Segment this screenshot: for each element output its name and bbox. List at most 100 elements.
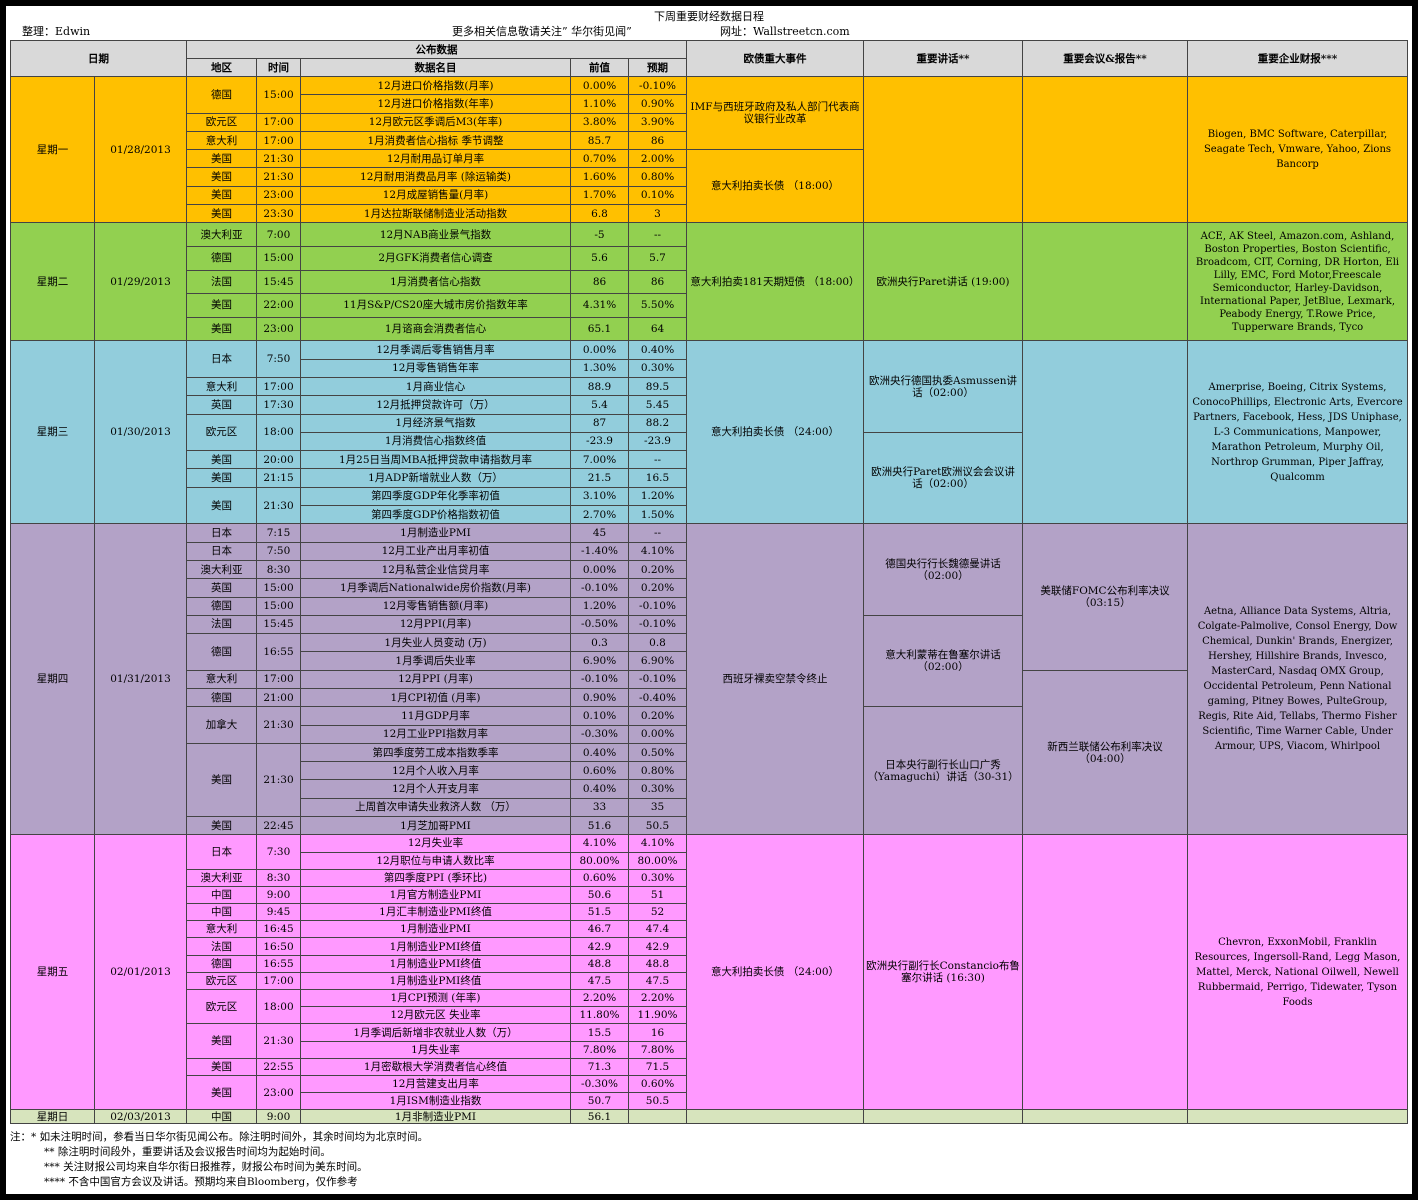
item-cell: 1月制造业PMI终值	[300, 937, 571, 956]
item-cell: 12月职位与申请人数比率	[300, 851, 571, 870]
previous-cell: 2.70%	[570, 505, 629, 525]
weekday-cell: 星期五	[10, 834, 95, 1111]
region-cell: 德国	[186, 633, 257, 671]
item-cell: 12月营建支出月率	[300, 1074, 571, 1094]
previous-cell: 86	[570, 269, 629, 295]
time-cell: 21:30	[256, 1023, 301, 1059]
forecast-cell: 16	[628, 1023, 687, 1042]
item-cell: 12月抵押贷款许可（万）	[300, 395, 571, 415]
header-item: 数据名目	[300, 58, 571, 77]
item-cell: 1月经济景气指数	[300, 413, 571, 433]
region-cell: 法国	[186, 614, 257, 635]
item-cell: 第四季度PPI (季环比)	[300, 868, 571, 887]
previous-cell: 51.6	[570, 816, 629, 836]
previous-cell: 7.00%	[570, 450, 629, 470]
speech-cell: 日本央行副行长山口广秀（Yamaguchi）讲话（30-31）	[863, 706, 1023, 836]
meeting-cell: 新西兰联储公布利率决议（04:00）	[1022, 669, 1188, 836]
forecast-cell: 0.10%	[628, 185, 687, 206]
item-cell: 2月GFK消费者信心调查	[300, 245, 571, 271]
previous-cell: 33	[570, 797, 629, 818]
header-meetings: 重要会议&报告**	[1022, 40, 1188, 77]
time-cell: 21:30	[256, 742, 301, 818]
region-cell: 美国	[186, 468, 257, 488]
forecast-cell: 89.5	[628, 376, 687, 397]
time-cell: 23:30	[256, 204, 301, 224]
region-cell: 澳大利亚	[186, 559, 257, 580]
header-earnings: 重要企业财报***	[1187, 40, 1408, 77]
item-cell: 1月ADP新增就业人数（万）	[300, 468, 571, 488]
time-cell: 22:45	[256, 816, 301, 836]
item-cell: 1月消费者信心指数	[300, 269, 571, 295]
time-cell: 21:15	[256, 468, 301, 488]
time-cell: 7:15	[256, 523, 301, 543]
region-cell: 德国	[186, 687, 257, 708]
region-cell: 英国	[186, 578, 257, 598]
previous-cell: 0.00%	[570, 340, 629, 360]
meeting-cell	[1022, 1109, 1188, 1125]
time-cell: 9:00	[256, 885, 301, 905]
author-label: 整理：Edwin	[22, 25, 91, 38]
time-cell: 7:30	[256, 834, 301, 870]
region-cell: 欧元区	[186, 989, 257, 1025]
previous-cell: 6.8	[570, 204, 629, 224]
header-published-data: 公布数据	[186, 40, 687, 59]
previous-cell: 45	[570, 523, 629, 543]
date-cell: 01/28/2013	[94, 75, 187, 224]
forecast-cell: 1.20%	[628, 486, 687, 507]
forecast-cell: 6.90%	[628, 651, 687, 671]
item-cell: 12月欧元区 失业率	[300, 1006, 571, 1025]
region-cell: 美国	[186, 486, 257, 525]
previous-cell: 1.20%	[570, 596, 629, 616]
time-cell: 7:50	[256, 541, 301, 561]
previous-cell: 6.90%	[570, 651, 629, 671]
previous-cell: 11.80%	[570, 1006, 629, 1025]
previous-cell: 1.10%	[570, 94, 629, 114]
region-cell: 意大利	[186, 920, 257, 939]
region-cell: 英国	[186, 395, 257, 415]
previous-cell: -5	[570, 222, 629, 247]
footnotes: 注：* 如未注明时间，参看当日华尔街见闻公布。除注明时间外，其余时间均为北京时间…	[10, 1130, 428, 1190]
time-cell: 17:00	[256, 669, 301, 689]
previous-cell: 0.40%	[570, 742, 629, 763]
forecast-cell: 3	[628, 204, 687, 224]
speech-cell: 意大利蒙蒂在鲁塞尔讲话（02:00）	[863, 614, 1023, 708]
previous-cell: 56.1	[570, 1109, 629, 1125]
speech-cell	[863, 1109, 1023, 1125]
speech-cell: 欧洲央行副行长Constancio布鲁塞尔讲话 (16:30)	[863, 834, 1023, 1111]
item-cell: 12月耐用品订单月率	[300, 149, 571, 169]
time-cell: 22:00	[256, 293, 301, 318]
region-cell: 美国	[186, 293, 257, 318]
forecast-cell: 0.8	[628, 633, 687, 653]
forecast-cell: 5.7	[628, 245, 687, 271]
previous-cell: -0.10%	[570, 578, 629, 598]
time-cell: 21:30	[256, 149, 301, 169]
time-cell: 15:00	[256, 76, 301, 114]
previous-cell: 0.90%	[570, 687, 629, 708]
speech-cell: 德国央行行长魏德曼讲话（02:00）	[863, 523, 1023, 616]
forecast-cell: --	[628, 450, 687, 470]
forecast-cell: -0.10%	[628, 669, 687, 689]
date-cell: 01/31/2013	[94, 523, 187, 836]
footnote-3: *** 关注财报公司均来自华尔街日报推荐，财报公布时间为美东时间。	[44, 1161, 368, 1173]
forecast-cell: 16.5	[628, 468, 687, 488]
item-cell: 12月私营企业信贷月率	[300, 559, 571, 580]
table-row: 星期一 01/28/2013 德国 15:00 12月进口价格指数(月率) 0.00% -0…	[10, 75, 1408, 224]
forecast-cell: 35	[628, 797, 687, 818]
previous-cell: 85.7	[570, 130, 629, 151]
earnings-cell	[1187, 1109, 1408, 1125]
item-cell: 12月欧元区季调后M3(年率)	[300, 112, 571, 132]
item-cell: 1月季调后失业率	[300, 651, 571, 671]
time-cell: 17:00	[256, 971, 301, 991]
footnote-1: 注：* 如未注明时间，参看当日华尔街见闻公布。除注明时间外，其余时间均为北京时间…	[10, 1131, 429, 1143]
region-cell: 德国	[186, 954, 257, 973]
item-cell: 1月制造业PMI	[300, 920, 571, 939]
follow-note: 更多相关信息敬请关注” 华尔街见闻”	[452, 25, 632, 38]
forecast-cell: 0.90%	[628, 94, 687, 114]
meeting-cell: 美联储FOMC公布利率决议（03:15）	[1022, 523, 1188, 671]
forecast-cell: 0.20%	[628, 578, 687, 598]
speech-cell	[863, 75, 1023, 224]
item-cell: 1月季调后Nationalwide房价指数(月率)	[300, 578, 571, 598]
region-cell: 中国	[186, 885, 257, 905]
previous-cell: 71.3	[570, 1057, 629, 1076]
previous-cell: 50.7	[570, 1092, 629, 1111]
